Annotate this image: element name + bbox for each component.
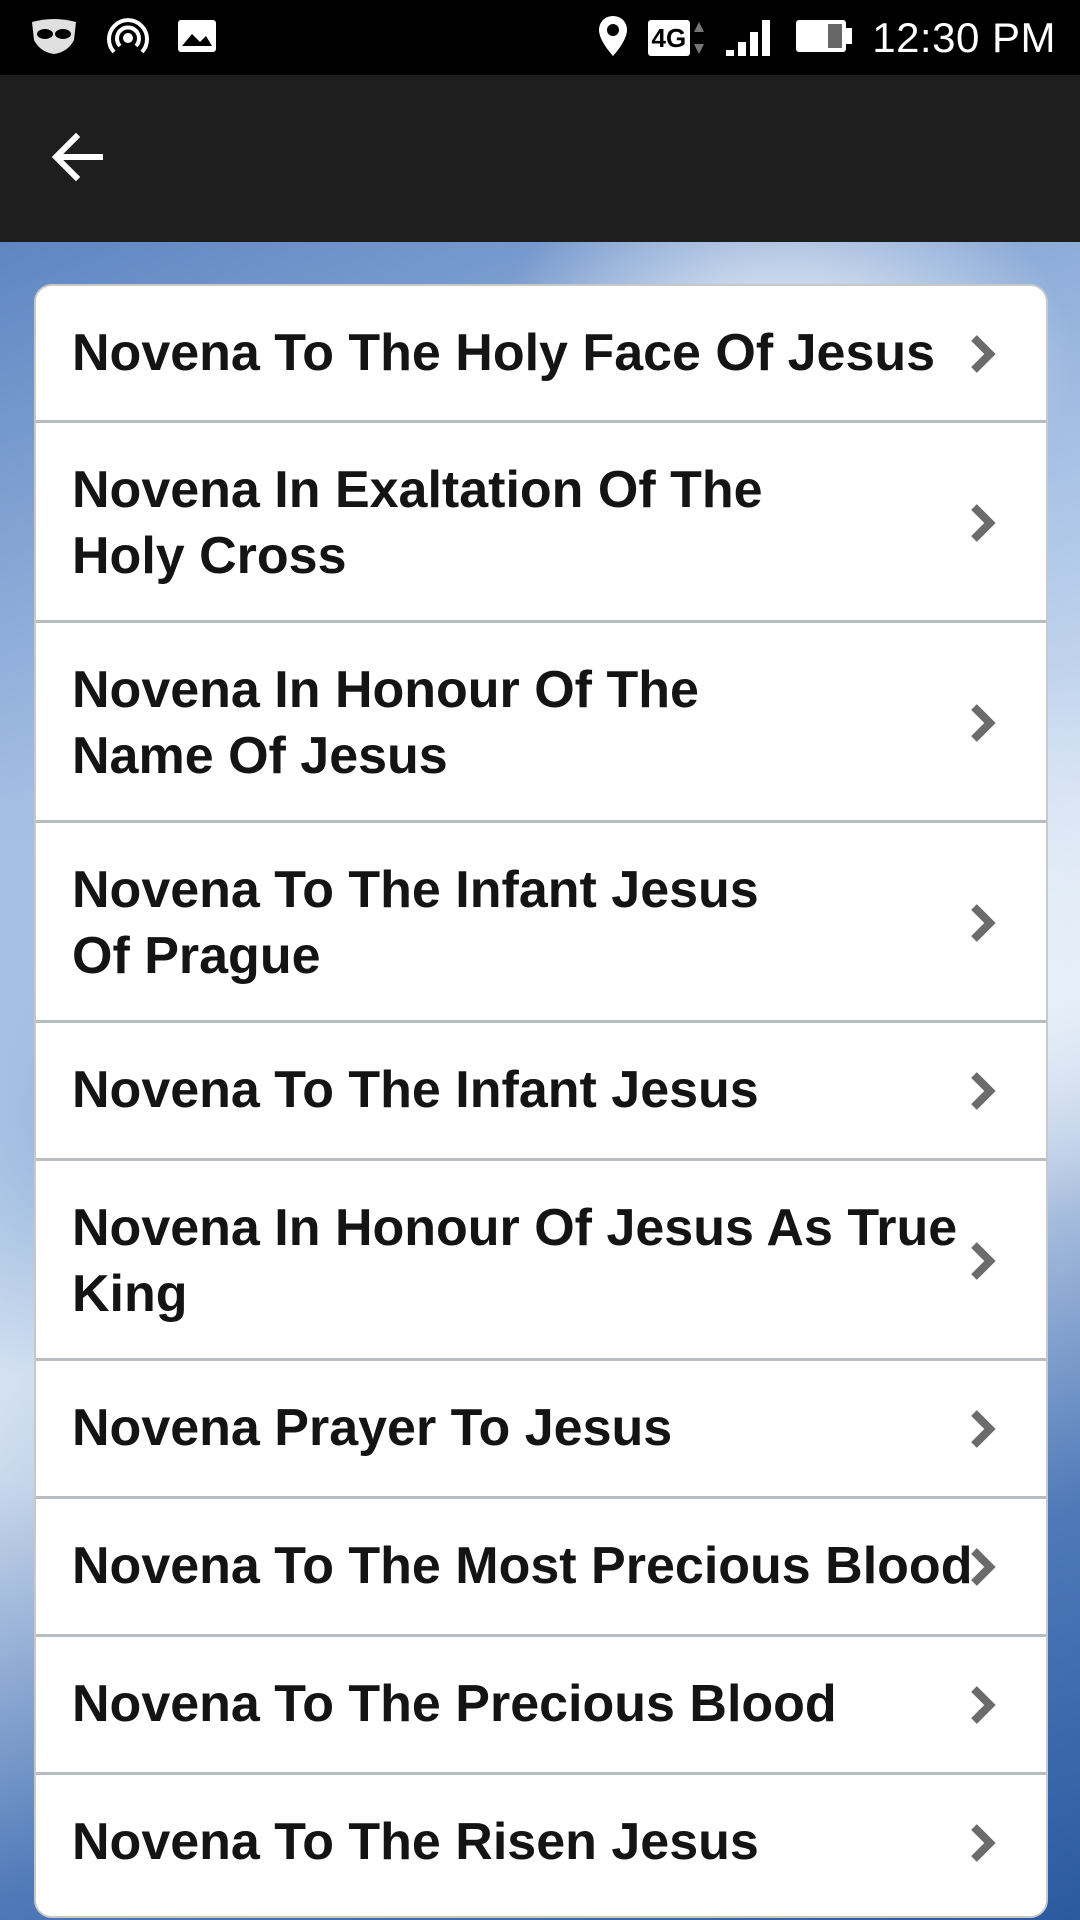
- chevron-right-icon: [968, 1683, 998, 1727]
- status-right-icons: 4G 12:30 PM: [596, 8, 1056, 68]
- status-bar: 4G 12:30 PM: [0, 0, 1080, 75]
- chevron-right-icon: [968, 1239, 998, 1283]
- list-item-label: Novena In Honour Of The Name Of Jesus: [72, 661, 699, 785]
- chevron-right-icon: [968, 701, 998, 745]
- list-item[interactable]: Novena To The Infant Jesus Of Prague: [36, 823, 1046, 1023]
- signal-icon: [724, 14, 776, 63]
- chevron-right-icon: [968, 901, 998, 945]
- list-item-label: Novena To The Infant Jesus Of Prague: [72, 861, 759, 985]
- arrow-left-icon: [48, 132, 108, 191]
- status-time: 12:30 PM: [872, 14, 1056, 61]
- image-icon: [176, 18, 218, 59]
- chevron-right-icon: [968, 501, 998, 545]
- list-item-label: Novena To The Holy Face Of Jesus: [72, 324, 936, 382]
- app-bar: [0, 75, 1080, 242]
- list-item-label: Novena To The Precious Blood: [72, 1675, 837, 1733]
- location-icon: [596, 14, 630, 63]
- chevron-right-icon: [968, 332, 998, 376]
- battery-icon: [794, 16, 854, 61]
- chevron-right-icon: [968, 1407, 998, 1451]
- list-item-label: Novena To The Infant Jesus: [72, 1061, 759, 1119]
- list-item-label: Novena In Exaltation Of The Holy Cross: [72, 461, 763, 585]
- list-item[interactable]: Novena To The Infant Jesus: [36, 1023, 1046, 1161]
- network-4g-icon: 4G: [647, 18, 707, 58]
- list-item[interactable]: Novena To The Holy Face Of Jesus: [36, 286, 1046, 423]
- list-item[interactable]: Novena In Honour Of Jesus As True King: [36, 1161, 1046, 1361]
- list-item-label: Novena To The Most Precious Blood: [72, 1537, 973, 1595]
- list-item[interactable]: Novena To The Precious Blood: [36, 1637, 1046, 1775]
- chevron-right-icon: [968, 1821, 998, 1865]
- list-item-label: Novena To The Risen Jesus: [72, 1813, 759, 1871]
- list-item[interactable]: Novena In Exaltation Of The Holy Cross: [36, 423, 1046, 623]
- status-left-icons: [28, 14, 218, 63]
- back-button[interactable]: [48, 127, 118, 191]
- chevron-right-icon: [968, 1545, 998, 1589]
- mask-icon: [28, 14, 80, 63]
- list-item[interactable]: Novena To The Most Precious Blood: [36, 1499, 1046, 1637]
- list-item[interactable]: Novena Prayer To Jesus: [36, 1361, 1046, 1499]
- screen: 4G 12:30 PM Novena To The Holy Face Of J…: [0, 0, 1080, 1920]
- list-item[interactable]: Novena In Honour Of The Name Of Jesus: [36, 623, 1046, 823]
- list-item-label: Novena In Honour Of Jesus As True King: [72, 1199, 958, 1323]
- list-item-label: Novena Prayer To Jesus: [72, 1399, 673, 1457]
- chevron-right-icon: [968, 1069, 998, 1113]
- hotspot-icon: [106, 14, 150, 63]
- list-item[interactable]: Novena To The Risen Jesus: [36, 1775, 1046, 1916]
- novena-list: Novena To The Holy Face Of Jesus Novena …: [34, 284, 1048, 1918]
